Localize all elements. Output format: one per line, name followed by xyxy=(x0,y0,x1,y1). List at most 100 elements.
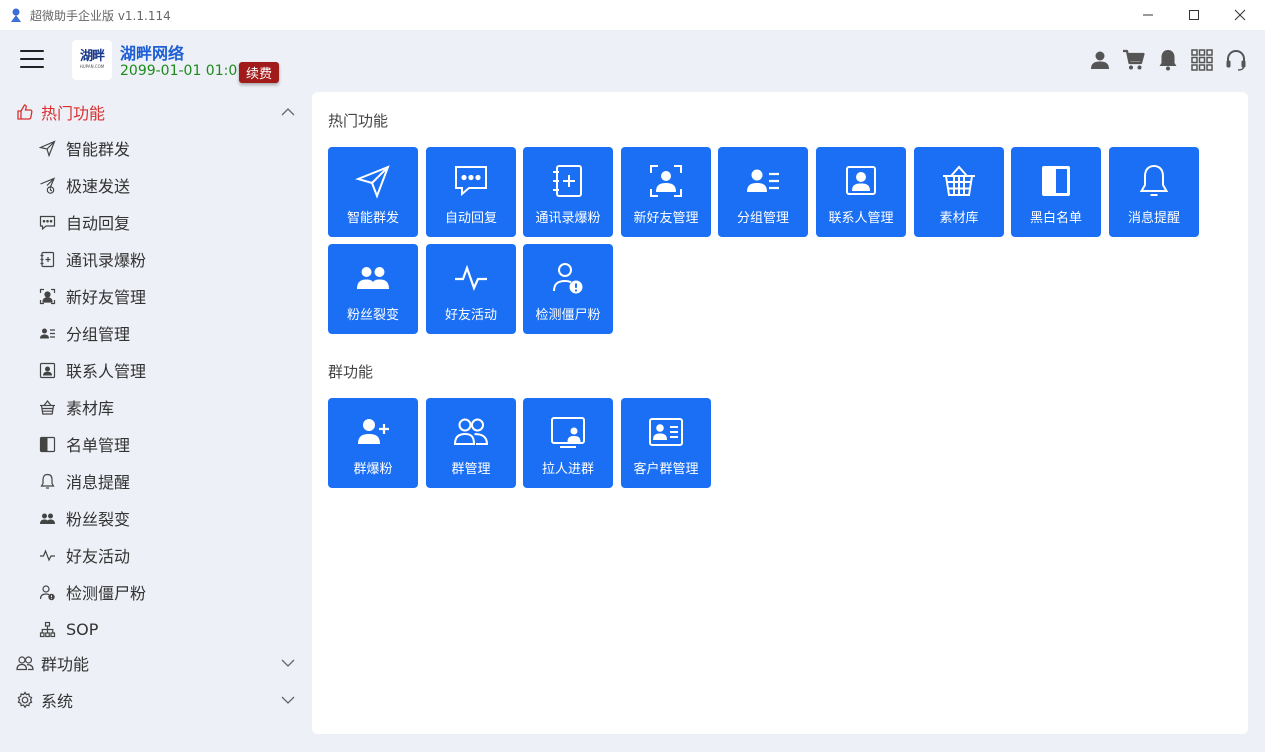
sidebar-item-sop[interactable]: SOP xyxy=(0,611,312,647)
sidebar-item-label: 粉丝裂变 xyxy=(66,510,131,529)
sidebar-item-materials[interactable]: 素材库 xyxy=(0,389,312,425)
basket-icon xyxy=(39,399,56,416)
tile-label: 黑白名单 xyxy=(1029,211,1082,226)
tile-label: 好友活动 xyxy=(444,308,497,323)
chevron-down-icon xyxy=(280,655,296,671)
tile-label: 检测僵尸粉 xyxy=(535,308,601,323)
tile-contact-manage[interactable]: 联系人管理 xyxy=(816,147,906,237)
sidebar-item-smart-broadcast[interactable]: 智能群发 xyxy=(0,130,312,166)
tile-group-boost[interactable]: 群爆粉 xyxy=(328,398,418,488)
minimize-button[interactable] xyxy=(1125,0,1171,30)
bell-icon[interactable] xyxy=(1156,48,1180,72)
sidebar-item-zombie-detect[interactable]: 检测僵尸粉 xyxy=(0,574,312,610)
tile-zombie-detect[interactable]: 检测僵尸粉 xyxy=(523,244,613,334)
tile-label: 拉人进群 xyxy=(541,462,594,477)
sidebar-section-label: 系统 xyxy=(41,692,74,711)
fast-send-icon xyxy=(39,176,56,194)
sitemap-icon xyxy=(39,621,56,638)
tile-materials[interactable]: 素材库 xyxy=(914,147,1004,237)
basket-icon xyxy=(941,163,977,199)
renew-button[interactable]: 续费 xyxy=(239,62,280,83)
activity-icon xyxy=(453,260,489,296)
send-icon xyxy=(354,163,391,199)
expiry-date: 2099-01-01 01:01 xyxy=(120,63,247,79)
logo-text: 湖畔 xyxy=(79,49,105,64)
tile-contacts-boost[interactable]: 通讯录爆粉 xyxy=(523,147,613,237)
tile-new-friends[interactable]: 新好友管理 xyxy=(621,147,711,237)
tile-notifications[interactable]: 消息提醒 xyxy=(1109,147,1199,237)
tile-friend-activity[interactable]: 好友活动 xyxy=(426,244,516,334)
tile-group-management[interactable]: 群管理 xyxy=(426,398,516,488)
tile-label: 群管理 xyxy=(451,462,491,477)
sidebar-section-label: 群功能 xyxy=(41,655,90,674)
users-icon xyxy=(355,260,391,296)
sidebar-item-label: 消息提醒 xyxy=(66,473,131,492)
tile-fan-fission[interactable]: 粉丝裂变 xyxy=(328,244,418,334)
new-friend-icon xyxy=(39,288,56,305)
thumbs-up-icon xyxy=(16,103,34,121)
contact-card-icon xyxy=(843,163,879,199)
tile-auto-reply[interactable]: 自动回复 xyxy=(426,147,516,237)
chevron-up-icon xyxy=(280,104,296,120)
tile-label: 素材库 xyxy=(939,211,979,226)
main-panel: 热门功能 智能群发 自动回复 通讯录爆粉 新好友管理 分组管理 联系人管理 素材… xyxy=(312,92,1248,734)
close-button[interactable] xyxy=(1217,0,1263,30)
contact-card-icon xyxy=(39,362,56,379)
menu-toggle-button[interactable] xyxy=(20,50,44,70)
tile-label: 消息提醒 xyxy=(1127,211,1180,226)
company-logo: 湖畔 HUPAN.COM xyxy=(72,40,112,80)
tile-label: 群爆粉 xyxy=(353,462,393,477)
contacts-add-icon xyxy=(550,163,586,199)
sidebar-item-auto-reply[interactable]: 自动回复 xyxy=(0,204,312,240)
sidebar-item-notifications[interactable]: 消息提醒 xyxy=(0,463,312,499)
black-white-icon xyxy=(39,436,56,453)
sidebar-item-fast-send[interactable]: 极速发送 xyxy=(0,167,312,203)
logo-subtext: HUPAN.COM xyxy=(79,64,105,69)
tile-label: 分组管理 xyxy=(736,211,789,226)
sidebar-section-system[interactable]: 系统 xyxy=(0,682,312,718)
sidebar-item-label: 自动回复 xyxy=(66,214,131,233)
sidebar-item-list-manage[interactable]: 名单管理 xyxy=(0,426,312,462)
sidebar-item-friend-activity[interactable]: 好友活动 xyxy=(0,537,312,573)
tile-customer-group-manage[interactable]: 客户群管理 xyxy=(621,398,711,488)
apps-grid-icon[interactable] xyxy=(1190,48,1214,72)
users-icon xyxy=(39,510,56,527)
tile-label: 客户群管理 xyxy=(633,462,699,477)
sidebar-item-new-friends[interactable]: 新好友管理 xyxy=(0,278,312,314)
sidebar-item-fan-fission[interactable]: 粉丝裂变 xyxy=(0,500,312,536)
tile-smart-broadcast[interactable]: 智能群发 xyxy=(328,147,418,237)
group-list-icon xyxy=(745,163,781,199)
bell-outline-icon xyxy=(1136,163,1172,199)
tile-black-white-list[interactable]: 黑白名单 xyxy=(1011,147,1101,237)
sidebar-item-label: 智能群发 xyxy=(66,140,131,159)
bell-outline-icon xyxy=(39,473,56,490)
maximize-icon xyxy=(1189,10,1199,20)
maximize-button[interactable] xyxy=(1171,0,1217,30)
sidebar-item-label: 检测僵尸粉 xyxy=(66,584,147,603)
id-card-icon xyxy=(648,414,684,450)
tile-label: 通讯录爆粉 xyxy=(535,211,601,226)
gear-icon xyxy=(16,691,34,709)
sidebar-item-contacts-boost[interactable]: 通讯录爆粉 xyxy=(0,241,312,277)
activity-icon xyxy=(39,547,56,564)
cart-icon[interactable] xyxy=(1122,48,1146,72)
group-manage-icon xyxy=(453,414,489,450)
sidebar-item-label: 联系人管理 xyxy=(66,362,147,381)
headset-icon[interactable] xyxy=(1224,48,1248,72)
minimize-icon xyxy=(1143,14,1153,16)
sidebar-item-label: 好友活动 xyxy=(66,547,131,566)
chat-dots-icon xyxy=(39,214,56,231)
user-icon[interactable] xyxy=(1088,48,1112,72)
tile-group-manage[interactable]: 分组管理 xyxy=(718,147,808,237)
sidebar: 热门功能 智能群发 极速发送 自动回复 通讯录爆粉 新好友管理 分组管理 联系人… xyxy=(0,92,312,752)
sidebar-section-group[interactable]: 群功能 xyxy=(0,645,312,681)
tile-label: 新好友管理 xyxy=(633,211,699,226)
sidebar-section-hot[interactable]: 热门功能 xyxy=(0,94,312,130)
new-friend-icon xyxy=(648,163,684,199)
sidebar-item-contact-manage[interactable]: 联系人管理 xyxy=(0,352,312,388)
tile-invite-to-group[interactable]: 拉人进群 xyxy=(523,398,613,488)
black-white-icon xyxy=(1038,163,1074,199)
tile-label: 联系人管理 xyxy=(828,211,894,226)
sidebar-item-group-manage[interactable]: 分组管理 xyxy=(0,315,312,351)
sidebar-item-label: 新好友管理 xyxy=(66,288,147,307)
